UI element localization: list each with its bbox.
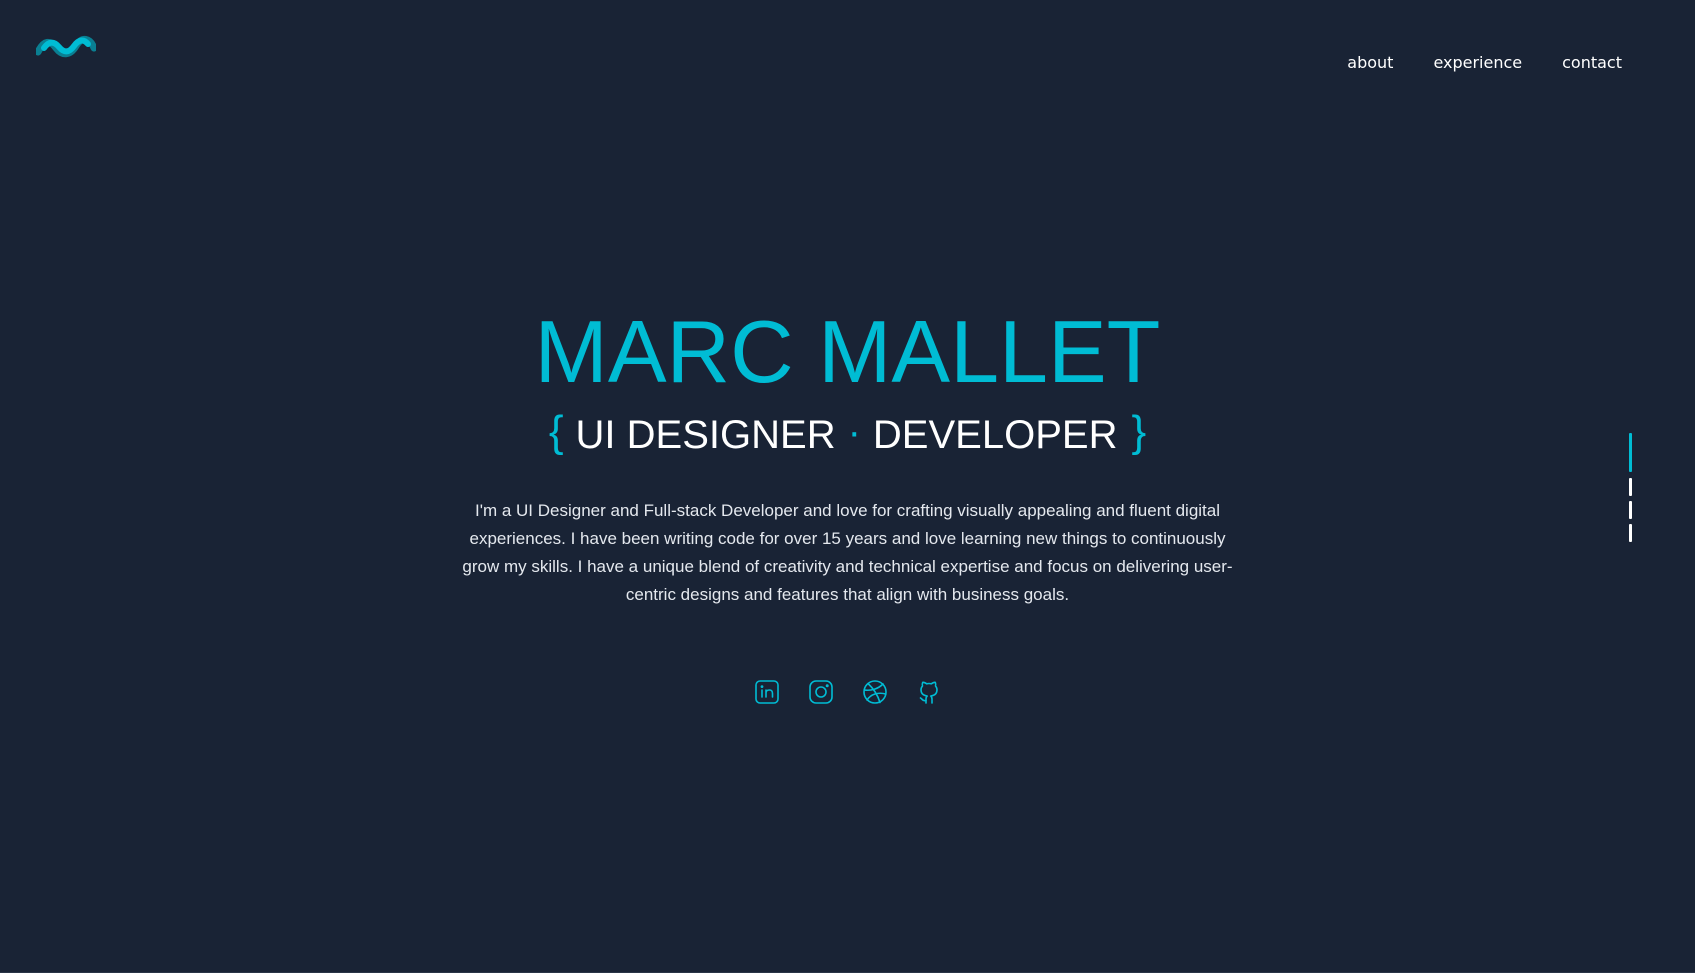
dribbble-icon[interactable] [862,679,888,705]
hero-bio: I'm a UI Designer and Full-stack Develop… [462,501,1233,604]
wave-logo-icon[interactable] [34,32,98,58]
nav-item-experience[interactable]: experience [1433,50,1522,76]
open-brace: { [548,407,564,456]
role-developer: DEVELOPER [872,413,1118,457]
hero-name: MARC MALLET [534,302,1161,401]
page: about experience contact MARC MALLET {UI… [0,0,1695,973]
nav-item-about[interactable]: about [1347,50,1393,76]
linkedin-icon[interactable] [754,679,780,705]
role-separator: · [847,410,861,454]
github-icon[interactable] [916,679,942,705]
close-brace: } [1131,407,1147,456]
section-indicator-item[interactable] [1629,478,1632,496]
section-indicator [1629,433,1633,543]
section-indicator-item[interactable] [1629,524,1632,542]
main-nav: about experience contact [1347,50,1622,76]
nav-item-contact[interactable]: contact [1562,50,1622,76]
social-links [0,679,1695,705]
instagram-icon[interactable] [808,679,834,705]
wave-logo-graphic [34,36,98,58]
hero-tagline: {UI DESIGNER · DEVELOPER} [0,407,1695,461]
section-indicator-item[interactable] [1629,501,1632,519]
section-indicator-active[interactable] [1629,433,1632,472]
role-designer: UI DESIGNER [575,413,836,457]
